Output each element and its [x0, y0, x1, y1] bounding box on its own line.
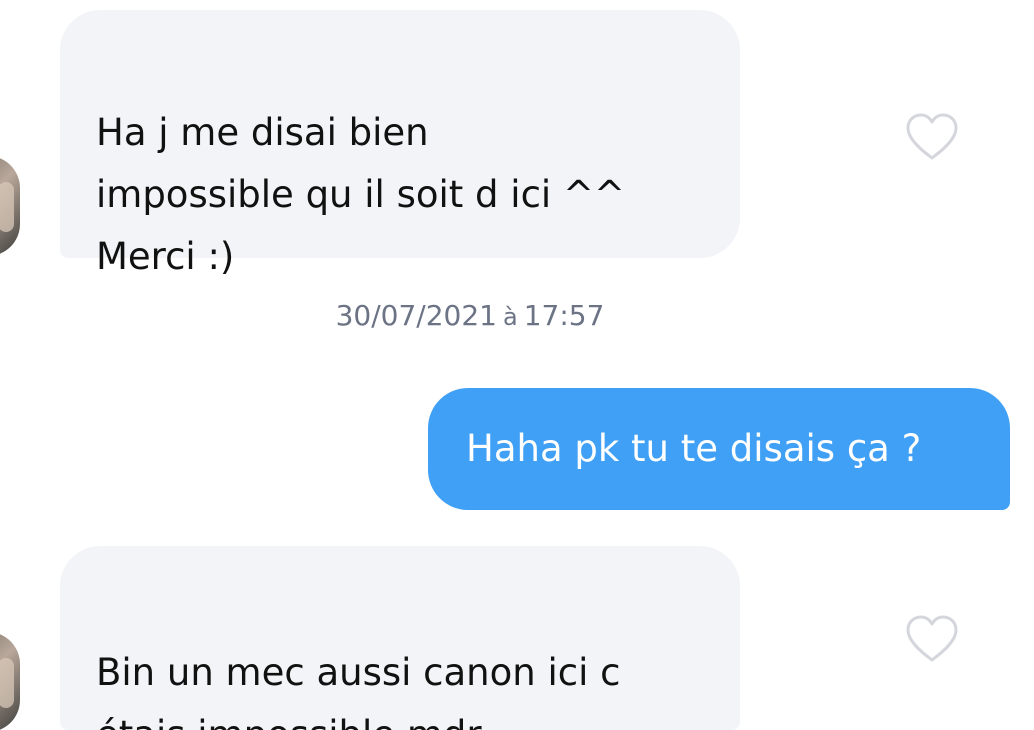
message-timestamp: 30/07/2021 à 17:57	[0, 296, 940, 337]
timestamp-separator: à	[502, 303, 518, 331]
heart-icon[interactable]	[904, 614, 960, 664]
chat-thread: Ha j me disai bien impossible qu il soit…	[0, 0, 1034, 730]
message-text: Bin un mec aussi canon ici c étais impos…	[96, 651, 621, 730]
contact-avatar[interactable]	[0, 156, 20, 256]
timestamp-date: 30/07/2021	[335, 299, 497, 332]
incoming-message-bubble[interactable]: Ha j me disai bien impossible qu il soit…	[60, 10, 740, 278]
contact-avatar[interactable]	[0, 632, 20, 730]
message-text: Ha j me disai bien impossible qu il soit…	[96, 111, 625, 278]
outgoing-message-bubble[interactable]: Haha pk tu te disais ça ?	[428, 388, 1010, 510]
heart-icon[interactable]	[904, 112, 960, 162]
timestamp-time: 17:57	[523, 299, 605, 332]
message-text: Haha pk tu te disais ça ?	[466, 427, 922, 470]
incoming-message-bubble[interactable]: Bin un mec aussi canon ici c étais impos…	[60, 546, 740, 730]
